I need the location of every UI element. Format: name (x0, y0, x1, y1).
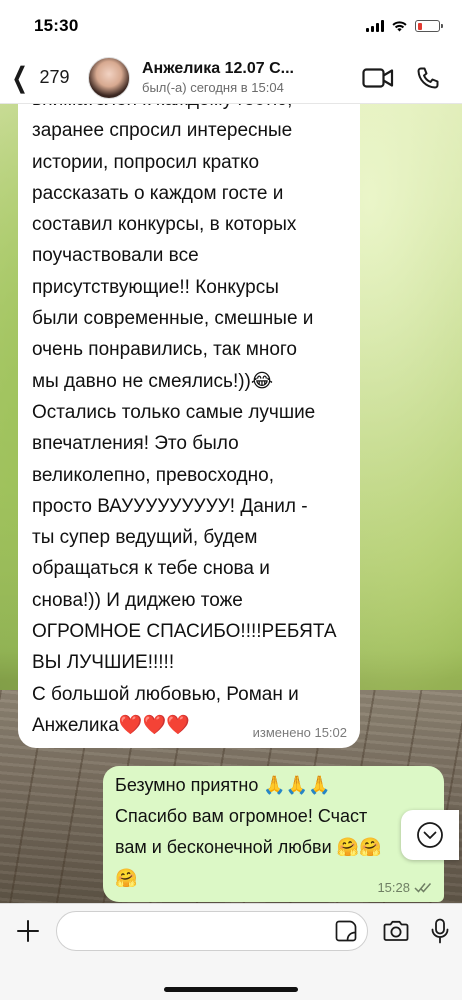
contact-last-seen: был(-а) сегодня в 15:04 (142, 80, 284, 95)
back-button[interactable]: ❮ 279 (0, 61, 88, 93)
input-row (0, 904, 462, 958)
header-actions (350, 66, 462, 90)
outgoing-message-bubble[interactable]: Безумно приятно 🙏🙏🙏 Спасибо вам огромное… (103, 766, 444, 902)
incoming-message-bubble[interactable]: внимателен к каждому гостю, заранее спро… (18, 104, 360, 748)
outgoing-message-text: Безумно приятно 🙏🙏🙏 Спасибо вам огромное… (115, 775, 382, 888)
message-input-bar (0, 903, 462, 1000)
double-check-icon (414, 883, 432, 893)
status-time: 15:30 (34, 16, 79, 35)
scroll-to-bottom-button[interactable] (401, 810, 459, 860)
outgoing-message-meta: 15:28 (377, 880, 432, 895)
status-icons (366, 20, 443, 32)
chevron-down-circle-icon (417, 822, 443, 848)
message-field[interactable] (56, 911, 368, 951)
attach-button[interactable] (14, 917, 42, 945)
plus-icon (17, 920, 39, 942)
outgoing-message-time: 15:28 (377, 880, 410, 895)
status-bar: 15:30 (0, 0, 462, 52)
contact-info[interactable]: Анжелика 12.07 С... был(-а) сегодня в 15… (142, 60, 350, 95)
message-edited-time: изменено 15:02 (252, 725, 347, 740)
avatar[interactable] (88, 56, 130, 99)
phone-call-icon[interactable] (416, 66, 440, 90)
input-actions (382, 918, 450, 944)
sticker-icon[interactable] (335, 920, 357, 942)
camera-icon[interactable] (382, 920, 410, 942)
video-call-icon[interactable] (362, 67, 394, 89)
chevron-left-icon: ❮ (11, 61, 28, 93)
signal-bars-icon (366, 20, 384, 32)
home-indicator (164, 987, 298, 992)
unread-count: 279 (39, 67, 70, 87)
microphone-icon[interactable] (430, 918, 450, 944)
incoming-message-text: внимателен к каждому гостю, заранее спро… (32, 104, 337, 736)
wifi-icon (392, 21, 407, 32)
chat-header: ❮ 279 Анжелика 12.07 С... был(-а) сегодн… (0, 52, 462, 104)
contact-name: Анжелика 12.07 С... (142, 60, 294, 77)
battery-charging-icon (415, 20, 443, 32)
message-input[interactable] (67, 922, 335, 940)
